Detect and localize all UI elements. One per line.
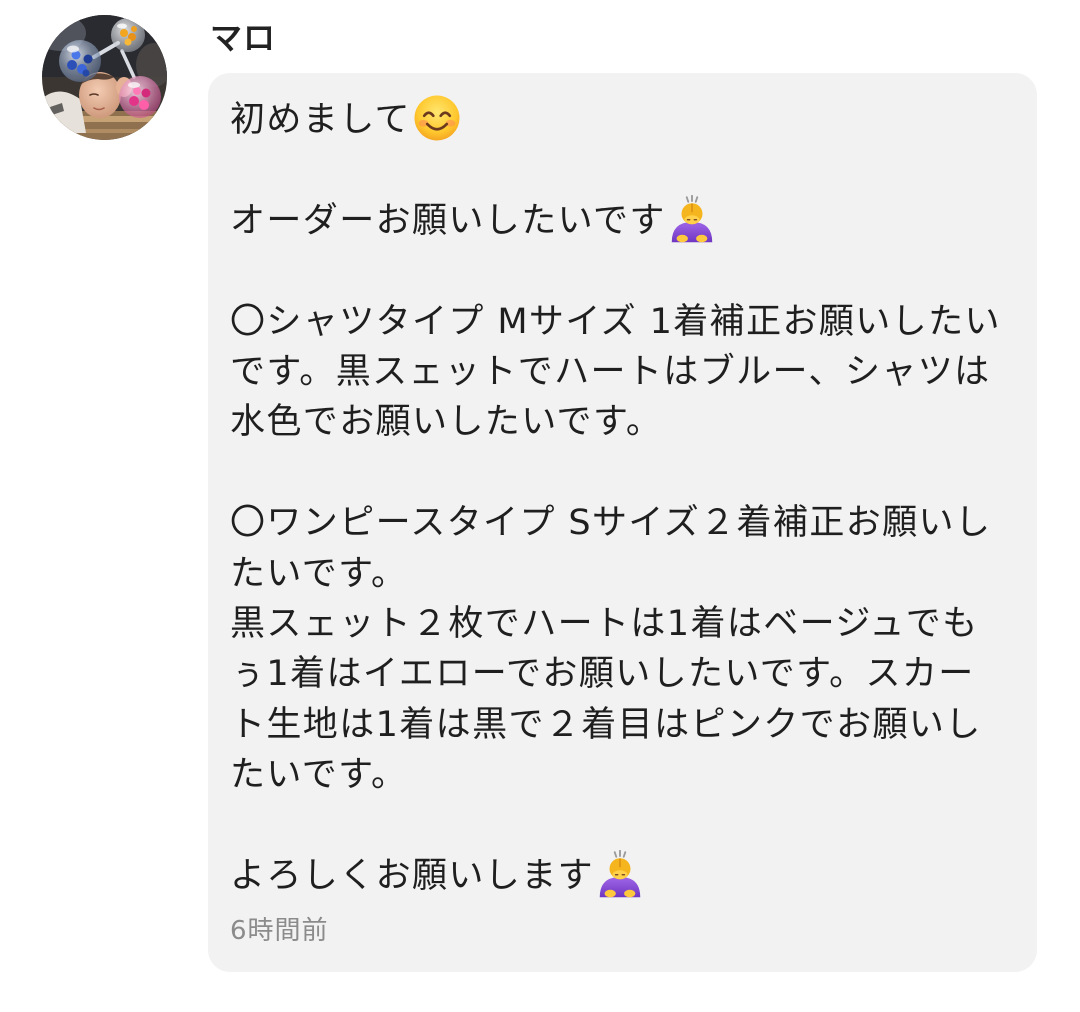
comment-thread: マロ 初めまして オーダーお願いしたいです 〇シャツタイプ Mサイズ 1着補正お… (0, 0, 1080, 1012)
message-paragraph: 〇シャツタイプ Mサイズ 1着補正お願いしたい です。黒スェットでハートはブルー… (230, 297, 1015, 448)
smiling-face-icon (414, 95, 460, 141)
message-line: オーダーお願いしたいです (230, 194, 1015, 246)
message-line: たいです。 (230, 755, 408, 796)
message-timestamp: 6時間前 (230, 916, 329, 947)
woman-bowing-icon (671, 194, 713, 243)
avatar-photo-icon (42, 15, 167, 140)
message-line: 〇シャツタイプ Mサイズ 1着補正お願いしたい (230, 301, 1001, 342)
message-line: ぅ1着はイエローでお願いしたいです。スカー (230, 654, 975, 695)
woman-bowing-icon (599, 849, 641, 898)
message-line-text: オーダーお願いしたいです (230, 200, 666, 241)
message-paragraph: 初めまして (230, 95, 1015, 145)
message-line: 〇ワンピースタイプ Sサイズ２着補正お願いし (230, 503, 992, 544)
message-line: です。黒スェットでハートはブルー、シャツは (230, 351, 991, 392)
message-paragraph: よろしくお願いします (230, 849, 1015, 901)
message-line: たいです。 (230, 553, 408, 594)
message-line: よろしくお願いします (230, 849, 1015, 901)
message-line: 初めまして (230, 95, 1015, 145)
message-line-text: 初めまして (230, 100, 411, 140)
message-line-text: よろしくお願いします (230, 855, 595, 896)
message-bubble: 初めまして オーダーお願いしたいです 〇シャツタイプ Mサイズ 1着補正お願いし… (208, 73, 1037, 972)
message-paragraph: 〇ワンピースタイプ Sサイズ２着補正お願いし たいです。 黒スェット２枚でハート… (230, 498, 1015, 800)
message-line: ト生地は1着は黒で２着目はピンクでお願いし (230, 704, 982, 745)
message-paragraph: オーダーお願いしたいです (230, 194, 1015, 246)
message-line: 水色でお願いしたいです。 (230, 402, 663, 443)
avatar[interactable] (42, 15, 167, 140)
message-line: 黒スェット２枚でハートは1着はベージュでも (230, 603, 979, 644)
author-name[interactable]: マロ (210, 20, 276, 56)
